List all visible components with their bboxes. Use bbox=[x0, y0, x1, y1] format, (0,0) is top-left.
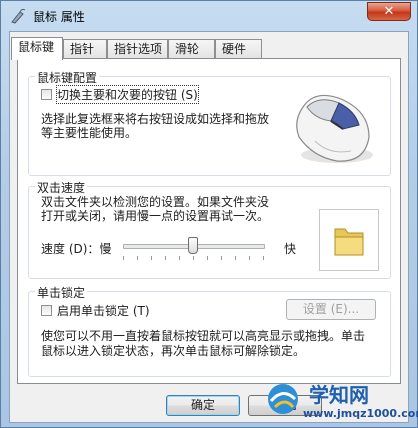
slider-tick bbox=[165, 256, 166, 260]
mouse-illustration-icon bbox=[296, 94, 373, 163]
button-config-title: 鼠标键配置 bbox=[35, 69, 100, 86]
ok-button[interactable]: 确定 bbox=[166, 395, 240, 416]
site-watermark: 学知网 www.jmqz1000.com bbox=[263, 377, 418, 425]
tab-wheel[interactable]: 滑轮 bbox=[168, 39, 215, 58]
slider-tick bbox=[193, 256, 194, 260]
click-lock-group: 单击锁定 启用单击锁定 (T) 设置 (E)... 使您可以不用一直按着鼠标按钮… bbox=[28, 284, 391, 377]
watermark-url: www.jmqz1000.com bbox=[303, 407, 418, 420]
swap-description-line2: 等主要性能使用。 bbox=[41, 126, 138, 140]
double-click-description-line2: 打开或关闭，请用慢一点的设置再试一次。 bbox=[41, 209, 270, 223]
tab-buttons[interactable]: 鼠标键 bbox=[11, 37, 63, 60]
double-click-speed-slider[interactable] bbox=[123, 236, 273, 262]
tab-panel-buttons: 鼠标键配置 切换主要和次要的按钮 (S) 选择此复选框来将右按钮设成如选择和拖放… bbox=[17, 58, 401, 384]
button-config-group: 鼠标键配置 切换主要和次要的按钮 (S) 选择此复选框来将右按钮设成如选择和拖放… bbox=[28, 69, 391, 176]
slider-tick bbox=[123, 256, 124, 260]
tab-hardware[interactable]: 硬件 bbox=[215, 39, 262, 58]
click-lock-label[interactable]: 启用单击锁定 (T) bbox=[57, 302, 150, 319]
swap-buttons-checkbox[interactable] bbox=[41, 89, 52, 100]
watermark-logo-icon bbox=[268, 384, 298, 414]
slider-tick bbox=[249, 256, 250, 260]
slider-tick bbox=[179, 256, 180, 260]
slider-tick bbox=[151, 256, 152, 260]
tab-pointers[interactable]: 指针 bbox=[63, 39, 107, 58]
watermark-brand: 学知网 bbox=[309, 383, 369, 407]
test-folder-icon[interactable] bbox=[319, 209, 379, 271]
click-lock-title: 单击锁定 bbox=[35, 284, 88, 301]
click-lock-description-line2: 鼠标以进入锁定状态，再次单击鼠标可解除锁定。 bbox=[41, 344, 306, 358]
tab-pointer-options[interactable]: 指针选项 bbox=[107, 39, 168, 58]
slider-tick bbox=[235, 256, 236, 260]
speed-label: 速度 (D)：慢 bbox=[41, 242, 112, 256]
title-bar[interactable]: 鼠标 属性 ✕ bbox=[1, 1, 417, 31]
mouse-properties-window: 鼠标 属性 ✕ 鼠标键 指针 指针选项 滑轮 硬件 鼠标键配置 切换主要和次要的… bbox=[0, 0, 418, 428]
click-lock-settings-button[interactable]: 设置 (E)... bbox=[286, 299, 376, 320]
slider-thumb[interactable] bbox=[188, 237, 198, 254]
slider-tick bbox=[221, 256, 222, 260]
close-button[interactable]: ✕ bbox=[367, 2, 411, 21]
swap-buttons-label[interactable]: 切换主要和次要的按钮 (S) bbox=[56, 85, 199, 104]
window-title: 鼠标 属性 bbox=[33, 10, 85, 24]
slider-tick bbox=[207, 256, 208, 260]
double-click-group: 双击速度 双击文件夹以检测您的设置。如果文件夹没 打开或关闭，请用慢一点的设置再… bbox=[28, 179, 391, 279]
mouse-icon bbox=[11, 8, 26, 24]
click-lock-checkbox[interactable] bbox=[41, 305, 52, 316]
slider-tick bbox=[263, 256, 264, 260]
slider-tick bbox=[137, 256, 138, 260]
fast-label: 快 bbox=[284, 242, 297, 256]
